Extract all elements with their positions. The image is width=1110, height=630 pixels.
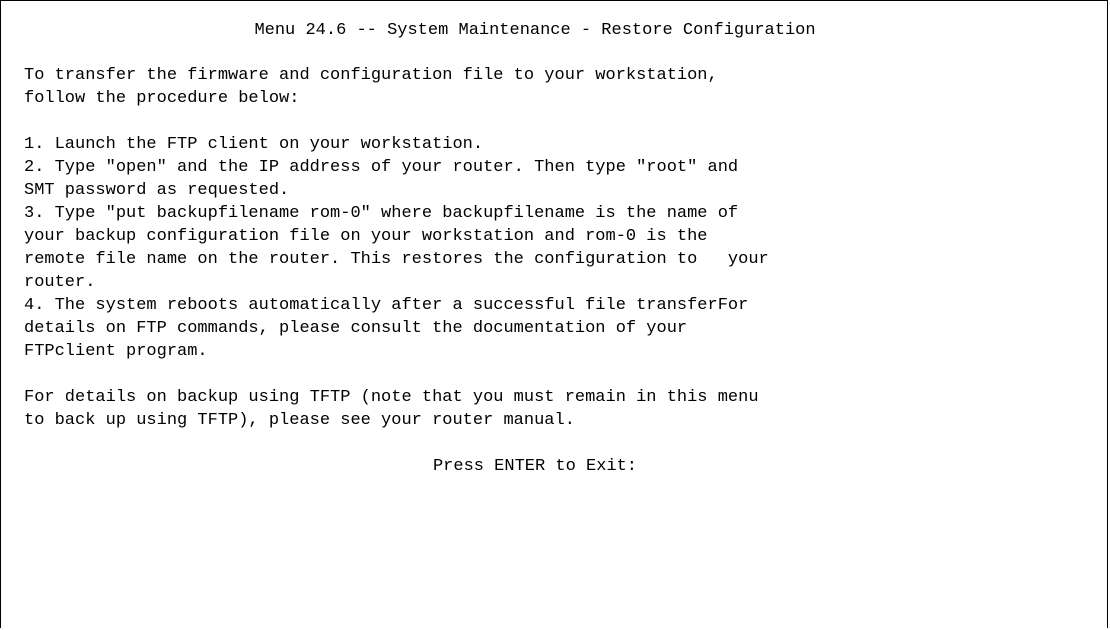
step-line-4: 3. Type "put backupfilename rom-0" where… [24, 204, 739, 223]
tftp-note-line-1: For details on backup using TFTP (note t… [24, 388, 759, 407]
step-line-1: 1. Launch the FTP client on your worksta… [24, 135, 484, 154]
step-line-9: details on FTP commands, please consult … [24, 319, 688, 338]
step-line-5: your backup configuration file on your w… [24, 227, 708, 246]
step-line-10: FTPclient program. [24, 342, 208, 361]
step-line-6: remote file name on the router. This res… [24, 250, 769, 269]
step-line-7: router. [24, 273, 96, 292]
tftp-note-line-2: to back up using TFTP), please see your … [24, 411, 575, 430]
step-line-3: SMT password as requested. [24, 181, 290, 200]
exit-prompt[interactable]: Press ENTER to Exit: [1, 455, 1109, 478]
intro-line-1: To transfer the firmware and configurati… [24, 66, 718, 85]
intro-line-2: follow the procedure below: [24, 89, 300, 108]
step-line-8: 4. The system reboots automatically afte… [24, 296, 749, 315]
step-line-2: 2. Type "open" and the IP address of you… [24, 158, 739, 177]
terminal-window: Menu 24.6 -- System Maintenance - Restor… [0, 0, 1108, 628]
menu-title: Menu 24.6 -- System Maintenance - Restor… [254, 21, 816, 40]
